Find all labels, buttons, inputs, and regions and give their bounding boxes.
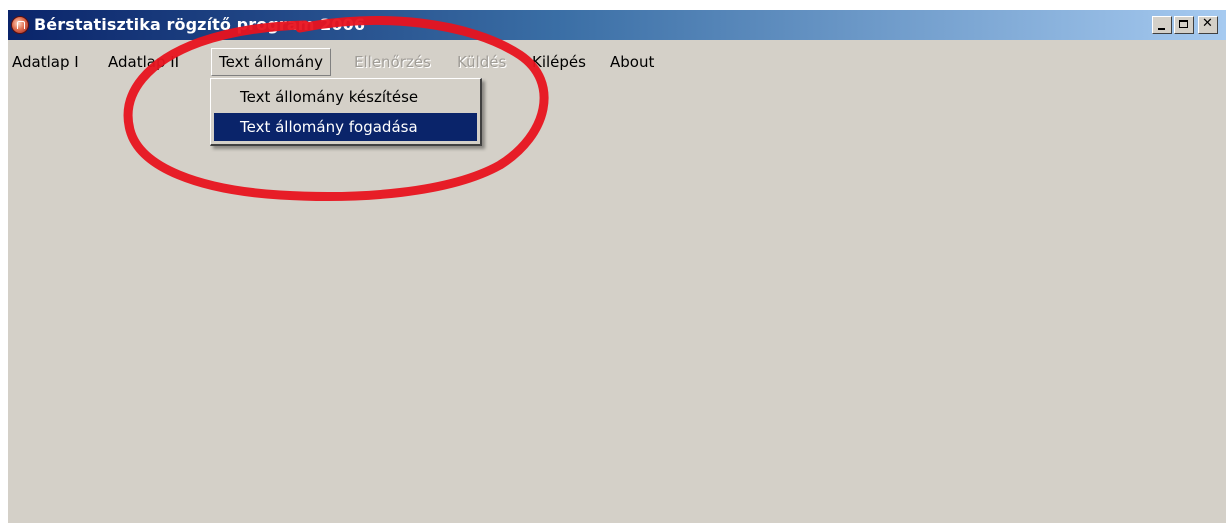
menu-about[interactable]: About [610, 48, 654, 76]
menu-ellenorzes: Ellenőrzés [354, 53, 431, 71]
menu-item-text-fogadasa[interactable]: Text állomány fogadása [214, 113, 477, 141]
text-allomany-dropdown: Text állomány készítése Text állomány fo… [210, 78, 482, 146]
maximize-icon[interactable] [1174, 16, 1194, 34]
menu-kilepes[interactable]: Kilépés [532, 48, 586, 76]
title-bar[interactable]: Bérstatisztika rögzítő program 2006 [8, 10, 1226, 40]
close-icon[interactable] [1198, 16, 1218, 34]
menu-adatlap-1[interactable]: Adatlap I [12, 48, 79, 76]
menu-adatlap-2[interactable]: Adatlap II [108, 48, 179, 76]
menu-bar: Adatlap I Adatlap II Text állomány Ellen… [8, 48, 1226, 76]
menu-text-allomany[interactable]: Text állomány [211, 48, 331, 76]
main-window: Bérstatisztika rögzítő program 2006 Adat… [8, 10, 1226, 523]
app-icon[interactable] [11, 16, 29, 34]
minimize-icon[interactable] [1152, 16, 1172, 34]
window-title: Bérstatisztika rögzítő program 2006 [34, 15, 366, 34]
menu-item-text-keszitese[interactable]: Text állomány készítése [214, 83, 477, 111]
menu-kuldes: Küldés [457, 53, 507, 71]
